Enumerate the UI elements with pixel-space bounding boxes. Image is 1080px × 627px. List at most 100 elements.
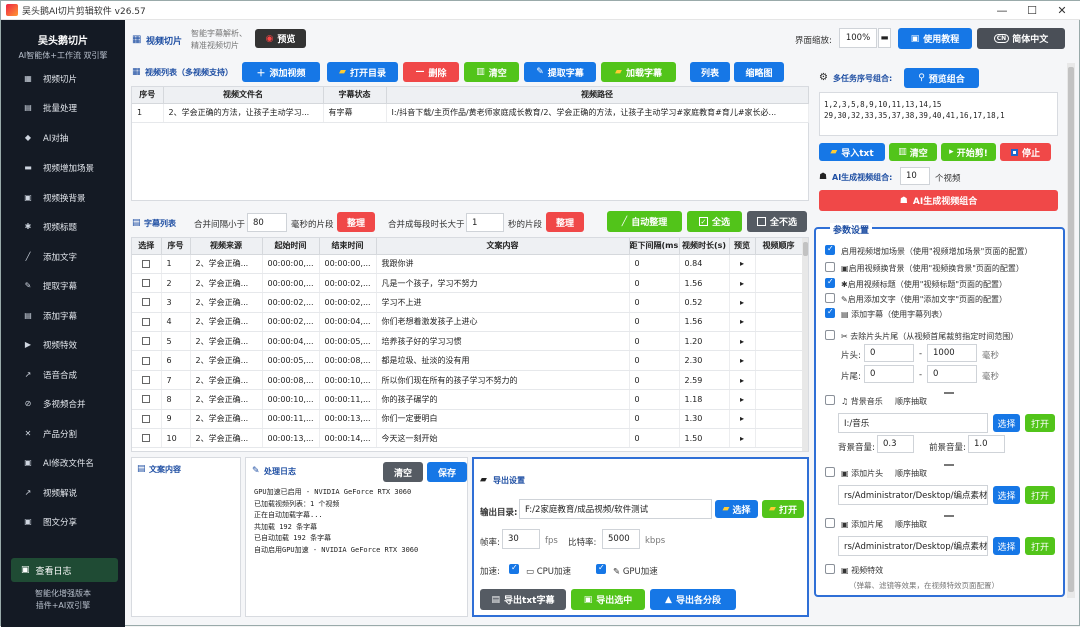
bgm-volume-input[interactable]: 0.3 <box>877 435 914 453</box>
tail-to-input[interactable]: 0 <box>927 365 977 383</box>
subtitle-row[interactable]: 9 2、学会正确... 00:00:11,... 00:00:13,... 你们一定要明… <box>132 409 803 430</box>
video-col-header[interactable]: 序号 <box>132 87 164 104</box>
opt-subtitle-checkbox[interactable] <box>825 307 835 318</box>
opt-scene-checkbox[interactable] <box>825 244 835 255</box>
start-cut-button[interactable]: ▸ 开始剪! <box>941 143 996 161</box>
video-col-header[interactable]: 视频文件名 <box>163 87 324 104</box>
sidebar-item-10[interactable]: ↗ 语音合成 <box>1 363 125 387</box>
subtitle-col-header[interactable]: 视频时长(s) <box>679 238 730 255</box>
intro-order-toggle[interactable] <box>944 464 954 466</box>
fx-checkbox[interactable] <box>825 564 835 574</box>
main-scrollbar[interactable] <box>1067 63 1075 598</box>
subtitle-select-checkbox[interactable] <box>132 350 162 371</box>
bgm-order-toggle[interactable] <box>944 392 954 394</box>
trim-checkbox[interactable] <box>825 330 835 340</box>
sidebar-item-2[interactable]: ◆ AI对抽 <box>1 126 125 150</box>
merge-duration-input[interactable]: 1 <box>466 213 504 232</box>
sidebar-item-13[interactable]: ▣ AI修改文件名 <box>1 451 125 475</box>
sidebar-item-1[interactable]: ▤ 批量处理 <box>1 96 125 120</box>
subtitle-row[interactable]: 4 2、学会正确... 00:00:02,... 00:00:04,... 你们老想着激… <box>132 312 803 333</box>
maximize-button[interactable]: ☐ <box>1017 1 1047 20</box>
sidebar-item-6[interactable]: ╱ 添加文字 <box>1 245 125 269</box>
language-button[interactable]: CN 简体中文 <box>977 28 1065 49</box>
subtitle-row[interactable]: 3 2、学会正确... 00:00:02,... 00:00:02,... 学习不上进 0… <box>132 292 803 313</box>
preview-play-icon[interactable]: ▸ <box>729 273 756 294</box>
export-txt-button[interactable]: ▤ 导出txt字幕 <box>480 589 566 610</box>
gpu-accel-checkbox[interactable] <box>596 563 606 574</box>
subtitle-col-header[interactable]: 结束时间 <box>319 238 377 255</box>
minimize-button[interactable]: — <box>987 1 1017 20</box>
outro-choose-button[interactable]: 选择 <box>993 537 1020 555</box>
tail-from-input[interactable]: 0 <box>864 365 914 383</box>
bgm-checkbox[interactable] <box>825 395 835 405</box>
close-button[interactable]: ✕ <box>1047 1 1077 20</box>
subtitle-scrollbar[interactable] <box>802 238 808 451</box>
subtitle-row[interactable]: 1 2、学会正确... 00:00:00,... 00:00:00,... 我跟你讲 0 0… <box>132 254 803 274</box>
merge-interval-input[interactable]: 80 <box>247 213 287 232</box>
extract-subtitle-button[interactable]: ✎ 提取字幕 <box>524 62 596 82</box>
open-output-button[interactable]: ▰ 打开 <box>762 500 804 518</box>
thumbnail-view-button[interactable]: 缩略图 <box>734 62 784 82</box>
bgm-choose-button[interactable]: 选择 <box>993 414 1020 432</box>
preview-play-icon[interactable]: ▸ <box>729 331 756 352</box>
select-all-button[interactable]: ✓ 全选 <box>687 211 742 232</box>
subtitle-row[interactable]: 5 2、学会正确... 00:00:04,... 00:00:05,... 培养孩子好的… <box>132 331 803 352</box>
open-dir-button[interactable]: ▰ 打开目录 <box>327 62 398 82</box>
subtitle-col-header[interactable]: 选择 <box>132 238 162 255</box>
video-row[interactable]: 1 2、学会正确的方法，让孩子主动学习... 有字幕 I:/抖音下载/主页作品/黄老师… <box>132 103 809 123</box>
preview-play-icon[interactable]: ▸ <box>729 370 756 391</box>
subtitle-select-checkbox[interactable] <box>132 273 162 294</box>
subtitle-row[interactable]: 8 2、学会正确... 00:00:10,... 00:00:11,... 你的孩子碾学… <box>132 389 803 410</box>
subtitle-row[interactable]: 7 2、学会正确... 00:00:08,... 00:00:10,... 所以你们现在… <box>132 370 803 391</box>
sidebar-item-7[interactable]: ✎ 提取字幕 <box>1 274 125 298</box>
subtitle-select-checkbox[interactable] <box>132 428 162 449</box>
intro-open-button[interactable]: 打开 <box>1025 486 1055 504</box>
sequence-textarea[interactable]: 1,2,3,5,8,9,10,11,13,14,15 29,30,32,33,3… <box>819 92 1058 136</box>
bgm-open-button[interactable]: 打开 <box>1025 414 1055 432</box>
save-log-button[interactable]: 保存 <box>427 462 467 482</box>
outro-order-toggle[interactable] <box>944 515 954 517</box>
intro-choose-button[interactable]: 选择 <box>993 486 1020 504</box>
video-col-header[interactable]: 视频路径 <box>386 87 809 104</box>
sidebar-item-15[interactable]: ▣ 图文分享 <box>1 510 125 534</box>
sidebar-item-12[interactable]: ✕ 产品分割 <box>1 422 125 446</box>
outro-checkbox[interactable] <box>825 518 835 528</box>
subtitle-select-checkbox[interactable] <box>132 312 162 333</box>
sidebar-item-9[interactable]: ▶ 视频特效 <box>1 333 125 357</box>
head-to-input[interactable]: 1000 <box>927 344 977 362</box>
subtitle-col-header[interactable]: 预览 <box>729 238 756 255</box>
preview-play-icon[interactable]: ▸ <box>729 292 756 313</box>
subtitle-select-checkbox[interactable] <box>132 331 162 352</box>
intro-checkbox[interactable] <box>825 467 835 477</box>
stop-button[interactable]: 停止 <box>1000 143 1051 161</box>
sidebar-item-0[interactable]: ▦ 视频切片 <box>1 67 125 91</box>
select-none-button[interactable]: 全不选 <box>747 211 807 232</box>
list-view-button[interactable]: 列表 <box>690 62 730 82</box>
subtitle-select-checkbox[interactable] <box>132 370 162 391</box>
sidebar-item-14[interactable]: ↗ 视频解说 <box>1 481 125 505</box>
fps-input[interactable]: 30 <box>502 529 540 549</box>
load-subtitle-button[interactable]: ▰ 加载字幕 <box>601 62 676 82</box>
preview-play-icon[interactable]: ▸ <box>729 312 756 333</box>
subtitle-select-checkbox[interactable] <box>132 292 162 313</box>
ai-generate-button[interactable]: ☗ AI生成视频组合 <box>819 190 1058 211</box>
bgm-path-input[interactable]: I:/音乐 <box>838 413 988 433</box>
clear-videos-button[interactable]: ▥ 清空 <box>464 62 519 82</box>
fg-volume-input[interactable]: 1.0 <box>968 435 1005 453</box>
preview-play-icon[interactable]: ▸ <box>729 428 756 449</box>
choose-output-button[interactable]: ▰ 选择 <box>715 500 758 518</box>
subtitle-row[interactable]: 2 2、学会正确... 00:00:00,... 00:00:02,... 凡是一个孩子… <box>132 273 803 294</box>
outro-open-button[interactable]: 打开 <box>1025 537 1055 555</box>
opt-text-checkbox[interactable] <box>825 293 835 303</box>
zoom-input[interactable]: 100% <box>839 28 877 48</box>
subtitle-col-header[interactable]: 文案内容 <box>376 238 630 255</box>
import-txt-button[interactable]: ▰ 导入txt <box>819 143 885 161</box>
outro-path-input[interactable]: rs/Administrator/Desktop/编点素材 <box>838 536 988 556</box>
subtitle-select-checkbox[interactable] <box>132 409 162 430</box>
export-segments-button[interactable]: ▲ 导出各分段 <box>650 589 736 610</box>
preview-play-icon[interactable]: ▸ <box>729 409 756 430</box>
clear-log-button[interactable]: 清空 <box>383 462 423 482</box>
subtitle-select-checkbox[interactable] <box>132 254 162 274</box>
head-from-input[interactable]: 0 <box>864 344 914 362</box>
scrollbar-thumb[interactable] <box>803 242 808 256</box>
